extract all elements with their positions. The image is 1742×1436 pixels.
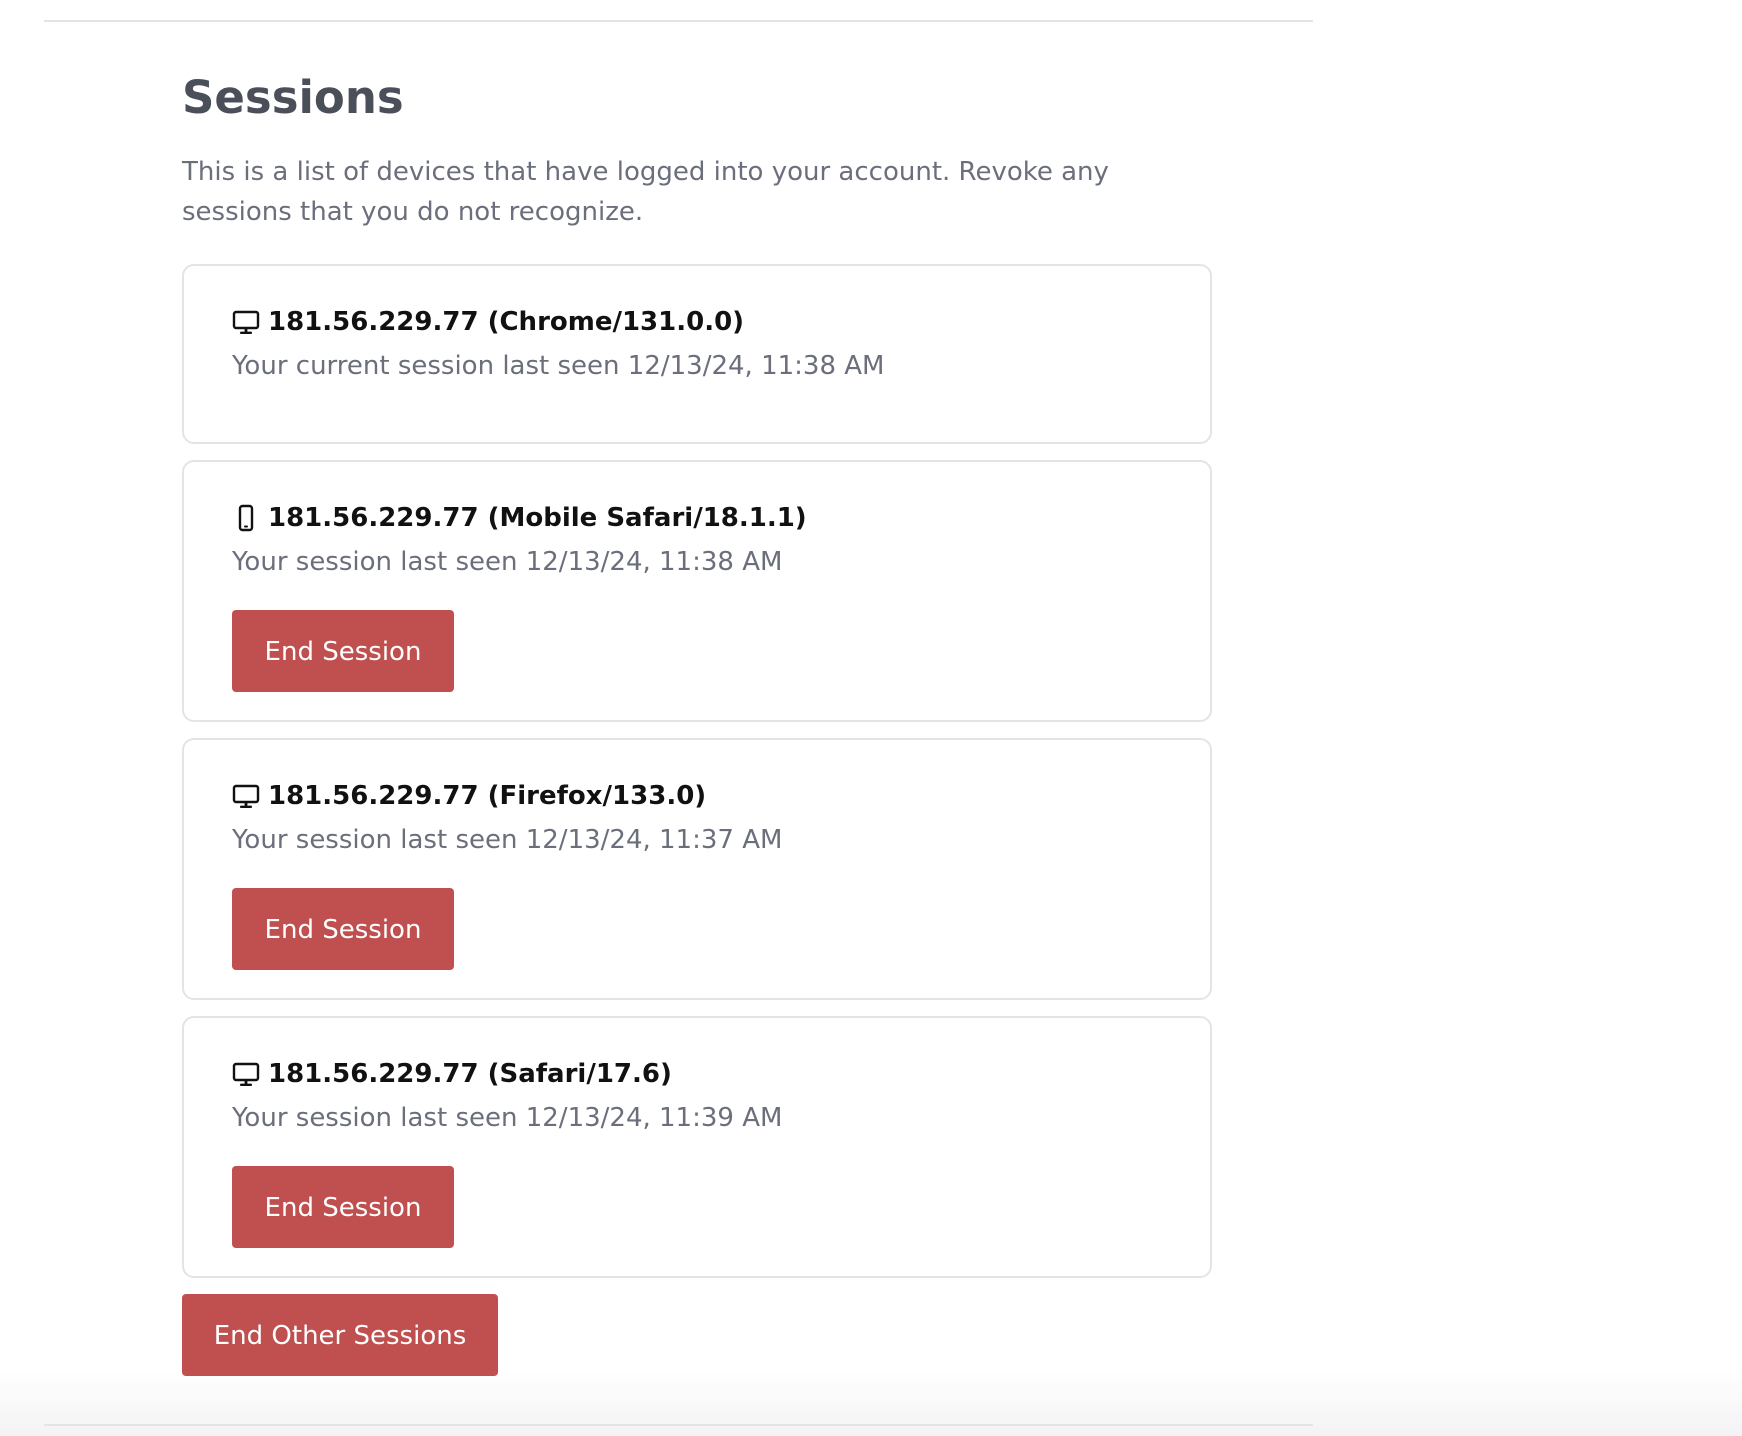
session-device-name: 181.56.229.77 (Mobile Safari/18.1.1) (268, 503, 807, 533)
end-other-sessions-button[interactable]: End Other Sessions (182, 1294, 498, 1376)
page: Sessions This is a list of devices that … (0, 0, 1742, 1436)
session-card: 181.56.229.77 (Safari/17.6) Your session… (182, 1016, 1212, 1278)
session-last-seen: Your session last seen 12/13/24, 11:37 A… (232, 825, 783, 855)
session-card-current: 181.56.229.77 (Chrome/131.0.0) Your curr… (182, 264, 1212, 444)
session-list: 181.56.229.77 (Chrome/131.0.0) Your curr… (182, 264, 1212, 1278)
session-card: 181.56.229.77 (Mobile Safari/18.1.1) You… (182, 460, 1212, 722)
desktop-icon (232, 1060, 260, 1088)
session-last-seen: Your current session last seen 12/13/24,… (232, 351, 885, 381)
sessions-section: Sessions This is a list of devices that … (182, 62, 1212, 1376)
session-device-line: 181.56.229.77 (Safari/17.6) (232, 1054, 1162, 1094)
session-device-line: 181.56.229.77 (Chrome/131.0.0) (232, 302, 1162, 342)
session-last-seen: Your session last seen 12/13/24, 11:38 A… (232, 547, 783, 577)
session-device-name: 181.56.229.77 (Safari/17.6) (268, 1059, 672, 1089)
session-device-line: 181.56.229.77 (Firefox/133.0) (232, 776, 1162, 816)
end-session-button[interactable]: End Session (232, 610, 454, 692)
section-description: This is a list of devices that have logg… (182, 157, 1109, 227)
session-device-name: 181.56.229.77 (Chrome/131.0.0) (268, 307, 745, 337)
end-session-button[interactable]: End Session (232, 888, 454, 970)
session-card: 181.56.229.77 (Firefox/133.0) Your sessi… (182, 738, 1212, 1000)
session-last-seen: Your session last seen 12/13/24, 11:39 A… (232, 1103, 783, 1133)
session-device-name: 181.56.229.77 (Firefox/133.0) (268, 781, 707, 811)
desktop-icon (232, 782, 260, 810)
top-divider (44, 20, 1313, 22)
mobile-icon (232, 504, 260, 532)
bottom-divider (44, 1424, 1313, 1426)
session-device-line: 181.56.229.77 (Mobile Safari/18.1.1) (232, 498, 1162, 538)
section-title: Sessions (182, 71, 404, 124)
desktop-icon (232, 308, 260, 336)
end-session-button[interactable]: End Session (232, 1166, 454, 1248)
